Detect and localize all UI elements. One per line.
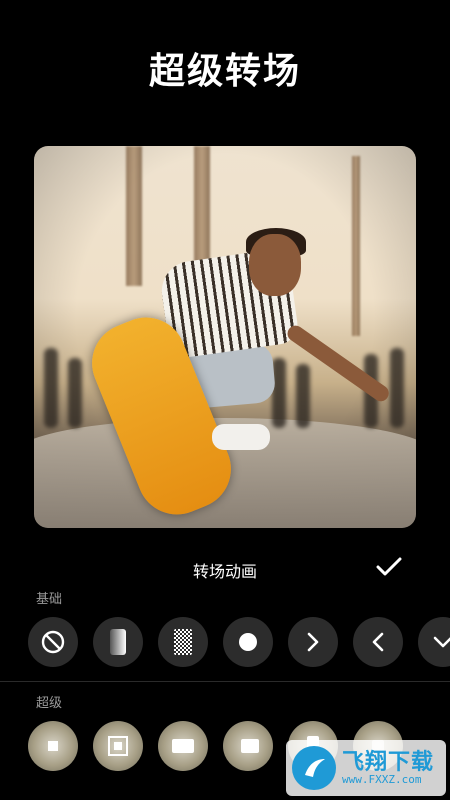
watermark-logo-icon <box>292 746 336 790</box>
transition-slide-down-button[interactable] <box>418 617 450 667</box>
transition-gradient-button[interactable] <box>93 617 143 667</box>
arrow-left-icon <box>372 632 384 652</box>
super-section-label: 超级 <box>36 696 63 711</box>
transition-slide-left-button[interactable] <box>353 617 403 667</box>
basic-section-label: 基础 <box>36 592 63 607</box>
gradient-icon <box>110 629 126 655</box>
super-transition-zoom-button[interactable] <box>28 721 78 771</box>
basic-transition-row <box>28 617 450 667</box>
transition-slide-right-button[interactable] <box>288 617 338 667</box>
zoom-square-icon <box>48 741 58 751</box>
section-divider <box>0 681 450 682</box>
transition-none-button[interactable] <box>28 617 78 667</box>
transition-dissolve-button[interactable] <box>158 617 208 667</box>
super-transition-rect-right-button[interactable] <box>223 721 273 771</box>
frame-square-icon <box>108 736 128 756</box>
watermark-name: 飞翔下载 <box>342 749 435 775</box>
rect-right-icon <box>241 739 259 753</box>
confirm-check-icon[interactable] <box>376 556 402 578</box>
arrow-right-icon <box>307 632 319 652</box>
arrow-down-icon <box>433 636 450 648</box>
preview-image <box>34 146 416 528</box>
rect-icon <box>172 739 194 753</box>
transition-circle-button[interactable] <box>223 617 273 667</box>
watermark-url: www.FXXZ.com <box>342 772 422 786</box>
page-title: 超级转场 <box>148 51 301 92</box>
super-transition-rect-button[interactable] <box>158 721 208 771</box>
none-icon <box>41 630 65 654</box>
circle-icon <box>239 633 257 651</box>
watermark: 飞翔下载 www.FXXZ.com <box>286 740 446 796</box>
dissolve-icon <box>174 629 192 655</box>
super-transition-frame-button[interactable] <box>93 721 143 771</box>
